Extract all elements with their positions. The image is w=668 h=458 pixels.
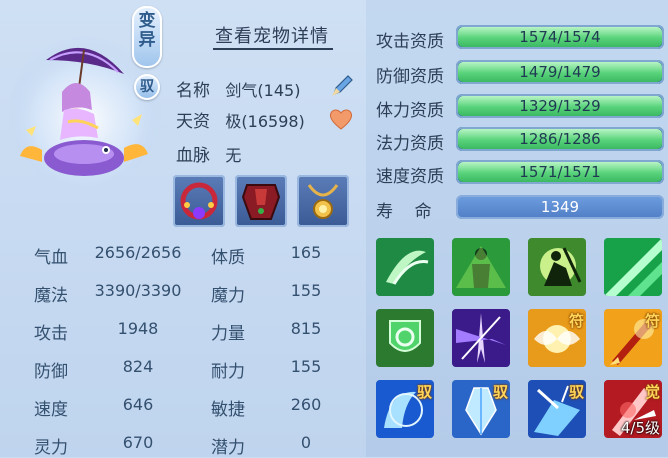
stat-label: 耐力	[211, 362, 245, 382]
pet-name-value: 剑气(145)	[225, 81, 301, 100]
aptitude-label: 攻击资质	[376, 32, 444, 52]
skill-slot-10[interactable]: 驭	[452, 380, 510, 438]
skill-slot-5[interactable]	[376, 309, 434, 367]
equipment-slot-2[interactable]	[235, 175, 287, 227]
skill-tag-badge: 驭	[492, 383, 508, 401]
skill-level-text: 4/5级	[620, 419, 660, 437]
stat-label: 潜力	[211, 438, 245, 458]
aptitude-value: 1571/1571	[519, 163, 601, 181]
shield-skill-icon	[376, 309, 434, 367]
pet-bloodline-value: 无	[225, 146, 242, 165]
wing-skill-icon	[376, 238, 434, 296]
aptitude-value: 1574/1574	[519, 28, 601, 46]
crimson-necklace-icon	[180, 182, 218, 220]
green-slash-skill-icon	[604, 238, 662, 296]
aptitude-bar: 1286/1286	[456, 127, 664, 151]
stat-label: 气血	[34, 248, 68, 268]
stat-label: 灵力	[34, 438, 68, 458]
green-figure-skill-icon	[452, 238, 510, 296]
pet-talent-label: 天资	[176, 112, 210, 132]
aptitude-bar: 1571/1571	[456, 160, 664, 184]
pet-bloodline-row: 血脉 无	[176, 141, 241, 166]
tame-badge-text: 驭	[140, 79, 154, 95]
variant-badge: 变 异	[132, 6, 162, 68]
stat-value: 1948	[117, 319, 159, 338]
view-pet-details-link[interactable]: 查看宠物详情	[215, 22, 329, 48]
stat-value: 165	[290, 243, 322, 262]
stat-label: 力量	[211, 324, 245, 344]
stat-value: 815	[290, 319, 322, 338]
equipment-slot-1[interactable]	[173, 175, 225, 227]
purple-burst-skill-icon	[452, 309, 510, 367]
skill-tag-badge: 符	[568, 312, 584, 330]
skill-tag-badge: 驭	[568, 383, 584, 401]
stat-value: 260	[290, 395, 322, 414]
pet-talent-value: 极(16598)	[225, 112, 305, 131]
variant-badge-text: 变 异	[138, 11, 156, 50]
stat-value: 155	[290, 281, 322, 300]
warrior-skill-icon	[528, 238, 586, 296]
stat-value: 3390/3390	[94, 281, 182, 300]
stat-label: 敏捷	[211, 400, 245, 420]
stat-value: 646	[122, 395, 154, 414]
skill-tag-badge: 符	[644, 312, 660, 330]
stat-label: 防御	[34, 362, 68, 382]
stat-value: 0	[300, 433, 312, 452]
aptitude-bar: 1329/1329	[456, 94, 664, 118]
skill-tag-badge: 觉	[644, 383, 660, 401]
skill-slot-7[interactable]: 符	[528, 309, 586, 367]
tame-badge: 驭	[134, 74, 160, 100]
skill-slot-11[interactable]: 驭	[528, 380, 586, 438]
stat-label: 速度	[34, 400, 68, 420]
lifespan-value: 1349	[540, 198, 580, 216]
skill-slot-9[interactable]: 驭	[376, 380, 434, 438]
aptitude-value: 1329/1329	[519, 97, 601, 115]
aptitude-bar: 1479/1479	[456, 60, 664, 84]
aptitude-bar: 1574/1574	[456, 25, 664, 49]
skill-slot-2[interactable]	[452, 238, 510, 296]
stat-value: 2656/2656	[94, 243, 182, 262]
skill-slot-8[interactable]: 符	[604, 309, 662, 367]
aptitude-value: 1286/1286	[519, 130, 601, 148]
stat-label: 体质	[211, 248, 245, 268]
pet-talent-row: 天资 极(16598)	[176, 107, 305, 132]
favorite-heart-icon[interactable]	[328, 107, 354, 131]
detail-link-underline	[213, 48, 333, 50]
pet-bloodline-label: 血脉	[176, 146, 210, 166]
red-armor-icon	[241, 184, 281, 220]
skill-slot-6[interactable]	[452, 309, 510, 367]
aptitude-label: 体力资质	[376, 101, 444, 121]
lifespan-bar: 1349	[456, 195, 664, 219]
stat-value: 155	[290, 357, 322, 376]
equipment-slot-3[interactable]	[297, 175, 349, 227]
skill-slot-12[interactable]: 觉 4/5级	[604, 380, 662, 438]
stat-label: 攻击	[34, 324, 68, 344]
skill-slot-4[interactable]	[604, 238, 662, 296]
skill-tag-badge: 驭	[416, 383, 432, 401]
stat-value: 824	[122, 357, 154, 376]
pet-name-row: 名称 剑气(145)	[176, 76, 300, 101]
skill-slot-3[interactable]	[528, 238, 586, 296]
aptitude-value: 1479/1479	[519, 63, 601, 81]
stat-value: 670	[122, 433, 154, 452]
pet-name-label: 名称	[176, 81, 210, 101]
skill-slot-1[interactable]	[376, 238, 434, 296]
aptitude-label: 防御资质	[376, 67, 444, 87]
lifespan-label: 寿 命	[376, 202, 432, 222]
gold-amulet-icon	[307, 184, 339, 219]
stat-label: 魔法	[34, 286, 68, 306]
stat-label: 魔力	[211, 286, 245, 306]
rename-pencil-icon[interactable]	[328, 70, 358, 100]
aptitude-label: 法力资质	[376, 134, 444, 154]
aptitude-label: 速度资质	[376, 167, 444, 187]
